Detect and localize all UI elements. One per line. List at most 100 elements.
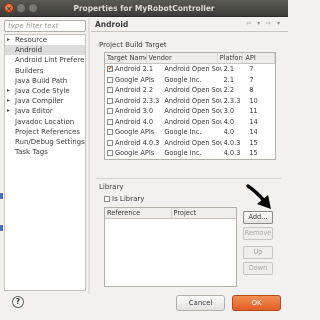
nav-item-label: Java Code Style — [15, 86, 70, 95]
target-name: Android 2.2 — [115, 86, 154, 94]
target-api: 8 — [249, 86, 254, 94]
column-header-vendor[interactable]: Vendor — [147, 53, 218, 63]
cancel-button[interactable]: Cancel — [176, 295, 225, 311]
column-header-target-name[interactable]: Target Name — [105, 53, 147, 63]
target-name: Android 2.1 — [115, 65, 154, 73]
expand-arrow-icon[interactable]: ▸ — [7, 106, 10, 116]
move-up-button[interactable]: Up — [243, 246, 273, 259]
nav-item-label: Android Lint Preferences — [15, 56, 85, 65]
target-vendor: Google Inc. — [164, 149, 202, 157]
nav-item-java-editor[interactable]: ▸ Java Editor — [5, 106, 85, 116]
annotation-arrow-icon — [246, 184, 271, 209]
target-checkbox[interactable] — [107, 139, 113, 146]
remove-library-button[interactable]: Remove — [243, 227, 273, 240]
target-checkbox[interactable] — [107, 97, 113, 104]
target-checkbox[interactable] — [107, 108, 113, 114]
column-header-reference[interactable]: Reference — [105, 208, 172, 218]
library-reference-table[interactable]: Reference Project — [104, 207, 237, 287]
target-vendor: Google Inc. — [164, 75, 202, 84]
build-target-table-header: Target Name Vendor Platform API — [105, 53, 275, 64]
target-api: 15 — [249, 149, 258, 157]
target-vendor: Android Open Source Project — [164, 65, 221, 73]
target-checkbox[interactable] — [107, 87, 113, 93]
library-group-label: Library — [99, 183, 124, 191]
nav-item-label: Java Build Path — [15, 76, 68, 85]
nav-item-task-tags[interactable]: Task Tags — [5, 147, 85, 157]
is-library-option[interactable]: Is Library — [104, 195, 144, 203]
target-name: Google APIs — [115, 149, 155, 157]
table-row[interactable]: Android 4.0.3 Android Open Source Projec… — [105, 138, 275, 149]
target-api: 7 — [249, 65, 254, 73]
target-name: Google APIs — [115, 128, 155, 136]
nav-item-label: Project References — [15, 127, 81, 136]
expand-arrow-icon[interactable]: ▸ — [7, 35, 10, 45]
panel-splitter[interactable] — [88, 18, 90, 294]
table-row[interactable]: Google APIs Google Inc. 4.0.3 15 — [105, 148, 275, 159]
nav-item-label: Builders — [15, 66, 44, 75]
target-vendor: Google Inc. — [164, 128, 202, 136]
target-platform: 4.0.3 — [223, 149, 241, 157]
filter-input[interactable]: type filter text — [4, 20, 86, 32]
table-row[interactable]: Android 3.0 Android Open Source Project … — [105, 106, 275, 117]
target-vendor: Android Open Source Project — [164, 86, 221, 94]
target-platform: 2.3.3 — [223, 96, 241, 105]
nav-item-label: Run/Debug Settings — [15, 137, 85, 146]
expand-arrow-icon[interactable]: ▸ — [7, 96, 10, 106]
ok-button[interactable]: OK — [232, 295, 281, 311]
target-name: Android 4.0.3 — [115, 138, 160, 147]
nav-item-label: Java Compiler — [15, 97, 64, 106]
target-api: 7 — [249, 75, 254, 84]
target-checkbox[interactable] — [107, 150, 113, 156]
table-row[interactable]: Google APIs Google Inc. 4.0 14 — [105, 127, 275, 138]
target-name: Android 2.3.3 — [115, 96, 160, 105]
table-row[interactable]: Android 2.1 Android Open Source Project … — [105, 64, 275, 75]
is-library-label: Is Library — [112, 195, 145, 203]
nav-item-android-lint[interactable]: Android Lint Preferences — [5, 55, 85, 65]
nav-item-android[interactable]: Android — [5, 45, 85, 56]
nav-item-java-compiler[interactable]: ▸ Java Compiler — [5, 96, 85, 106]
target-name: Google APIs — [115, 75, 155, 84]
window-title: Properties for MyRobotController — [73, 4, 215, 13]
help-icon[interactable]: ? — [12, 296, 24, 308]
build-target-group-label: Project Build Target — [99, 41, 167, 49]
target-platform: 2.1 — [223, 75, 235, 84]
target-checkbox[interactable] — [107, 76, 113, 83]
library-group-separator — [96, 178, 281, 179]
target-api: 14 — [249, 117, 258, 126]
table-row[interactable]: Android 2.3.3 Android Open Source Projec… — [105, 96, 275, 107]
column-header-platform[interactable]: Platform — [218, 53, 244, 63]
table-row[interactable]: Android 2.2 Android Open Source Project … — [105, 85, 275, 96]
nav-item-java-code-style[interactable]: ▸ Java Code Style — [5, 86, 85, 96]
target-vendor: Android Open Source Project — [164, 117, 221, 126]
nav-item-resource[interactable]: ▸ Resource — [5, 35, 85, 45]
target-platform: 4.0 — [223, 128, 235, 136]
target-name: Android 3.0 — [115, 107, 154, 115]
history-navigation-icon[interactable]: ⇦ ▾ ⇨ ▾ — [246, 20, 282, 27]
title-bar: × Properties for MyRobotController — [0, 0, 288, 17]
nav-item-label: Task Tags — [15, 148, 48, 157]
properties-nav-tree: ▸ Resource Android Android Lint Preferenc… — [4, 34, 86, 291]
nav-item-run-debug-settings[interactable]: Run/Debug Settings — [5, 137, 85, 147]
column-header-project[interactable]: Project — [172, 208, 237, 218]
move-down-button[interactable]: Down — [243, 262, 273, 275]
nav-item-builders[interactable]: Builders — [5, 66, 85, 76]
target-api: 11 — [249, 107, 258, 115]
build-target-table: Target Name Vendor Platform API Android … — [104, 52, 276, 160]
table-row[interactable]: Google APIs Google Inc. 2.1 7 — [105, 75, 275, 86]
expand-arrow-icon[interactable]: ▸ — [7, 86, 10, 96]
nav-item-project-references[interactable]: Project References — [5, 127, 85, 137]
table-row[interactable]: Android 4.0 Android Open Source Project … — [105, 117, 275, 128]
column-header-api[interactable]: API — [243, 53, 275, 63]
target-checkbox[interactable] — [107, 64, 113, 75]
target-vendor: Android Open Source Project — [164, 138, 221, 147]
target-checkbox[interactable] — [107, 129, 113, 135]
is-library-checkbox[interactable] — [104, 196, 110, 202]
page-header: Android ⇦ ▾ ⇨ ▾ — [91, 17, 288, 32]
nav-item-java-build-path[interactable]: Java Build Path — [5, 76, 85, 86]
edge-marker — [0, 225, 3, 231]
nav-item-label: Java Editor — [15, 107, 53, 116]
target-checkbox[interactable] — [107, 118, 113, 125]
target-platform: 4.0.3 — [223, 138, 241, 147]
nav-item-javadoc-location[interactable]: Javadoc Location — [5, 117, 85, 127]
library-table-header: Reference Project — [105, 208, 236, 219]
